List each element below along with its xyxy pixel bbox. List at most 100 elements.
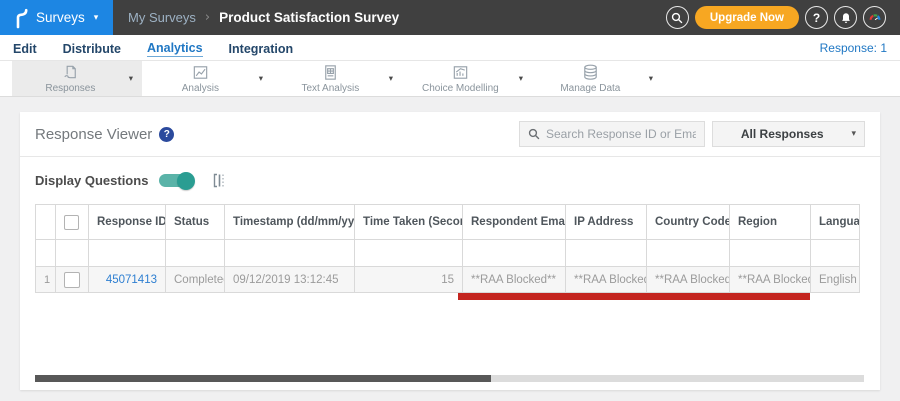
col-label-response-id: Response ID: [97, 216, 166, 228]
language-cell: English: [810, 266, 860, 293]
filter-timestamp[interactable]: [224, 239, 355, 267]
manage-data-button[interactable]: Manage Data: [532, 61, 649, 96]
tab-edit[interactable]: Edit: [13, 40, 37, 56]
table-row: 1 45071413 Completed 09/12/2019 13:12:45…: [35, 266, 860, 293]
status-cell: Completed: [165, 266, 225, 293]
breadcrumb-separator: ›: [204, 10, 211, 25]
analysis-button[interactable]: Analysis: [142, 61, 259, 96]
ribbon-item-text-analysis[interactable]: Text Analysis ▾: [272, 61, 402, 96]
col-label-region: Region: [738, 216, 777, 228]
red-underline-annotation: [458, 293, 810, 300]
text-analysis-dropdown-caret[interactable]: ▾: [389, 74, 402, 84]
responses-dropdown-caret[interactable]: ▾: [129, 74, 142, 84]
filter-email[interactable]: [462, 239, 566, 267]
col-label-language: Language: [819, 216, 860, 228]
breadcrumb-my-surveys[interactable]: My Surveys: [128, 10, 196, 25]
ribbon-label-manage-data: Manage Data: [560, 83, 621, 94]
display-questions-label: Display Questions: [35, 173, 149, 188]
col-country-code: Country Code: [646, 204, 730, 240]
page-title: Product Satisfaction Survey: [219, 10, 400, 25]
select-all-checkbox[interactable]: [64, 214, 79, 230]
account-avatar[interactable]: [863, 6, 886, 29]
survey-tab-bar: Edit Distribute Analytics Integration Re…: [0, 35, 900, 60]
row-checkbox[interactable]: [64, 271, 80, 288]
choice-modelling-button[interactable]: Choice Modelling: [402, 61, 519, 96]
timestamp-cell: 09/12/2019 13:12:45: [224, 266, 355, 293]
chevron-down-icon: ▾: [851, 129, 856, 139]
product-menu-label: Surveys: [36, 10, 85, 25]
analysis-icon: [193, 66, 208, 79]
surveys-product-menu[interactable]: Surveys ▾: [0, 0, 113, 35]
col-label-timestamp: Timestamp (dd/mm/yyyy): [233, 216, 355, 228]
responses-filter-dropdown[interactable]: All Responses ▾: [712, 121, 865, 147]
tab-distribute[interactable]: Distribute: [63, 40, 121, 56]
select-all-header: [55, 204, 89, 240]
filter-status[interactable]: [165, 239, 225, 267]
region-cell: **RAA Blocked**: [729, 266, 811, 293]
response-search-input[interactable]: [546, 127, 696, 141]
responses-table-wrap: Response ID▾ Status Timestamp (dd/mm/yyy…: [35, 204, 860, 300]
filter-language[interactable]: [810, 239, 860, 267]
manage-data-icon: [584, 64, 597, 80]
filter-country[interactable]: [646, 239, 730, 267]
respondent-email-cell: **RAA Blocked**: [462, 266, 566, 293]
help-button[interactable]: ?: [805, 6, 828, 29]
responses-filter-value: All Responses: [740, 127, 824, 141]
col-response-id[interactable]: Response ID▾: [88, 204, 166, 240]
display-questions-toggle[interactable]: [159, 171, 196, 190]
viewer-controls: Display Questions: [20, 157, 880, 204]
analysis-dropdown-caret[interactable]: ▾: [259, 74, 272, 84]
freeze-columns-icon[interactable]: [211, 172, 228, 189]
top-bar: Surveys ▾ My Surveys › Product Satisfact…: [0, 0, 900, 35]
text-analysis-button[interactable]: Text Analysis: [272, 61, 389, 96]
viewer-help-icon[interactable]: ?: [159, 126, 175, 142]
col-time-taken[interactable]: Time Taken (Seconds)⇅: [354, 204, 463, 240]
response-search-box[interactable]: [519, 121, 705, 147]
filter-region[interactable]: [729, 239, 811, 267]
global-search-button[interactable]: [665, 6, 689, 29]
tab-analytics[interactable]: Analytics: [146, 39, 203, 57]
response-id-cell[interactable]: 45071413: [88, 266, 166, 293]
filter-cell: [55, 239, 89, 267]
col-label-email: Respondent Email: [471, 216, 566, 228]
scrollbar-thumb[interactable]: [35, 375, 491, 382]
ribbon-item-analysis[interactable]: Analysis ▾: [142, 61, 272, 96]
bell-icon: [841, 13, 850, 23]
responses-table: Response ID▾ Status Timestamp (dd/mm/yyy…: [35, 204, 860, 293]
breadcrumb: My Surveys › Product Satisfaction Survey: [128, 10, 399, 25]
ribbon-item-choice-modelling[interactable]: Choice Modelling ▾: [402, 61, 532, 96]
choice-modelling-dropdown-caret[interactable]: ▾: [519, 74, 532, 84]
filter-time-taken[interactable]: [354, 239, 463, 267]
response-viewer-card: Response Viewer ? All Responses ▾ Displa…: [20, 112, 880, 390]
filter-response-id[interactable]: [88, 239, 166, 267]
ribbon-item-responses[interactable]: Responses ▾: [12, 61, 142, 96]
col-status: Status: [165, 204, 225, 240]
col-ip-address: IP Address: [565, 204, 647, 240]
col-label-status: Status: [174, 216, 210, 228]
col-timestamp[interactable]: Timestamp (dd/mm/yyyy)⇅: [224, 204, 355, 240]
tab-integration[interactable]: Integration: [229, 40, 294, 56]
ribbon-label-choice-modelling: Choice Modelling: [422, 83, 499, 94]
manage-data-dropdown-caret[interactable]: ▾: [649, 74, 662, 84]
col-region: Region: [729, 204, 811, 240]
upgrade-now-button[interactable]: Upgrade Now: [694, 6, 799, 29]
notifications-button[interactable]: [834, 6, 857, 29]
ribbon-label-analysis: Analysis: [181, 83, 219, 94]
response-count-label: Response: 1: [819, 40, 887, 55]
search-icon: [528, 128, 540, 140]
table-header-row: Response ID▾ Status Timestamp (dd/mm/yyy…: [35, 204, 860, 240]
ribbon-item-manage-data[interactable]: Manage Data ▾: [532, 61, 662, 96]
col-label-time-taken: Time Taken (Seconds): [363, 216, 462, 228]
topbar-actions: Upgrade Now ?: [665, 6, 900, 29]
text-analysis-icon: [325, 65, 336, 80]
column-filter-row: [35, 239, 860, 267]
horizontal-scrollbar[interactable]: [35, 375, 864, 382]
question-mark-icon: ?: [812, 10, 821, 25]
questionpro-logo-icon: [16, 8, 28, 28]
col-label-country: Country Code: [655, 216, 730, 228]
search-icon: [672, 12, 683, 23]
col-label-ip: IP Address: [574, 216, 634, 228]
filter-ip[interactable]: [565, 239, 647, 267]
responses-button[interactable]: Responses: [12, 61, 129, 96]
responses-icon: [64, 65, 76, 79]
